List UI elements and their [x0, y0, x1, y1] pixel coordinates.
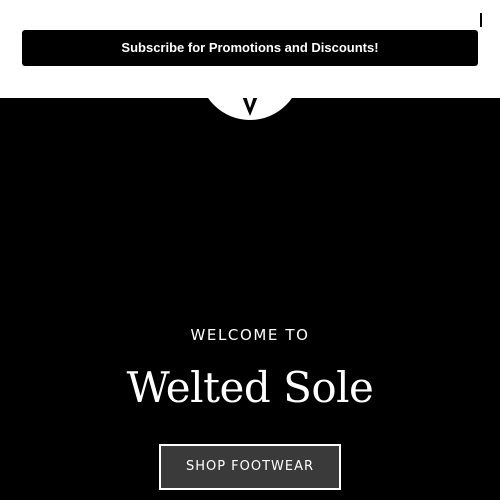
promo-popup: Subscribe for Promotions and Discounts! — [0, 0, 500, 98]
subscribe-button[interactable]: Subscribe for Promotions and Discounts! — [22, 30, 478, 66]
welcome-text: WELCOME TO — [190, 326, 310, 344]
brand-name: Welted Sole — [126, 363, 374, 412]
page: Subscribe for Promotions and Discounts! … — [0, 0, 500, 500]
shop-footwear-button[interactable]: SHOP FOOTWEAR — [159, 444, 341, 490]
close-icon[interactable] — [475, 10, 487, 30]
